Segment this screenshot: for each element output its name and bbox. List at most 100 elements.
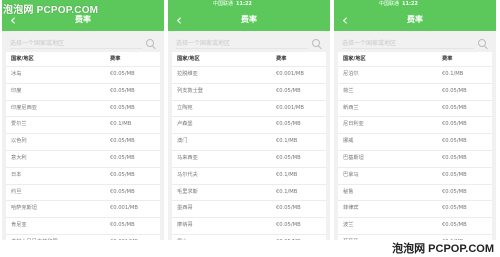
country-search[interactable]: 选择一个国家或地区 — [172, 35, 326, 52]
rate-value: €0.05/MB — [276, 121, 301, 128]
table-row[interactable]: 约旦 €0.05/MB — [6, 185, 160, 202]
country-name: 尼泊尔 — [343, 71, 359, 77]
rate-value: €0.05/MB — [110, 171, 135, 178]
rate-value: €0.05/MB — [276, 87, 301, 94]
rate-value: €0.05/MB — [442, 87, 467, 94]
page-title: 费率 — [407, 15, 423, 24]
table-header: 国家/地区 费率 — [6, 52, 160, 67]
table-row[interactable]: 列支敦士登 €0.05/MB — [172, 84, 326, 101]
rate-value: €0.05/MB — [442, 154, 467, 161]
rate-value: €0.05/MB — [110, 222, 135, 229]
search-underline — [10, 48, 142, 49]
rate-value: €0.1/MB — [110, 121, 132, 128]
table-row[interactable]: 波兰 €0.05/MB — [338, 218, 492, 235]
table-row[interactable]: 尼日利亚 €0.05/MB — [338, 117, 492, 135]
header-country: 国家/地区 — [343, 56, 366, 62]
search-icon[interactable] — [146, 39, 154, 47]
search-icon[interactable] — [312, 39, 320, 47]
country-name: 约旦 — [11, 188, 22, 195]
table-row[interactable]: 印度尼西亚 €0.05/MB — [6, 101, 160, 118]
table-row[interactable]: 秘鲁 €0.05/MB — [338, 185, 492, 202]
country-name: 尼日利亚 — [343, 121, 364, 128]
rate-value: €0.1/MB — [276, 188, 298, 195]
rate-value: €0.05/MB — [276, 154, 301, 161]
rate-value: €0.05/MB — [110, 188, 135, 195]
rate-value: €0.05/MB — [276, 205, 301, 212]
table-row[interactable]: 尼泊尔 €0.1/MB — [338, 67, 492, 84]
country-name: 意大利 — [11, 154, 27, 161]
table-header: 国家/地区 费率 — [172, 52, 326, 67]
country-name: 挪威 — [343, 138, 354, 145]
rates-table: 国家/地区 费率拉脱维亚 €0.001/MB 列支敦士登 €0.05/MB 立陶宛 €0.0… — [172, 52, 326, 240]
table-row[interactable]: 肯尼亚 €0.05/MB — [6, 218, 160, 235]
rate-value: €0.05/MB — [442, 222, 467, 229]
search-placeholder: 选择一个国家或地区 — [10, 40, 65, 47]
table-row[interactable]: 老挝人民民主共和国 €0.001/MB — [6, 235, 160, 240]
rate-value: €0.05/MB — [442, 205, 467, 212]
rate-value: €0.05/MB — [442, 171, 467, 178]
table-row[interactable]: 拉脱维亚 €0.001/MB — [172, 67, 326, 84]
rates-table: 国家/地区 费率 尼泊尔 €0.1/MB 荷兰 €0.05/MB 新西兰 €0.05/MB 尼日… — [338, 52, 492, 240]
table-row[interactable]: 巴拿马 €0.05/MB — [338, 168, 492, 185]
phone-screen-3: 中国联通 11:22 ‹ 费率 选择一个国家或地区 国家/地区 费率 尼泊尔 €0.1/MB 荷兰… — [334, 0, 496, 240]
rate-value: €0.001/MB — [276, 104, 304, 111]
country-name: 巴基斯坦 — [343, 154, 364, 161]
rate-value: €0.1/MB — [276, 138, 298, 145]
search-underline — [176, 48, 308, 49]
country-name: 冰岛 — [11, 71, 22, 77]
country-name: 荷兰 — [343, 87, 354, 94]
country-name: 哈萨克斯坦 — [11, 205, 37, 212]
nav-bar: ‹ 费率 — [334, 9, 496, 31]
rate-value: €0.05/MB — [110, 154, 135, 161]
country-search[interactable]: 选择一个国家或地区 — [338, 35, 492, 52]
table-row[interactable]: 日本 €0.05/MB — [6, 168, 160, 185]
table-row[interactable]: 立陶宛 €0.001/MB — [172, 101, 326, 118]
rate-value: €0.05/MB — [442, 188, 467, 195]
table-header: 国家/地区 费率 — [338, 52, 492, 67]
header-country: 国家/地区 — [177, 56, 200, 62]
table-row[interactable]: 印度 €0.05/MB — [6, 84, 160, 101]
watermark-bottom: 泡泡网 PCPOP.COM — [392, 243, 494, 255]
table-row[interactable]: 冰岛 €0.05/MB — [6, 67, 160, 84]
search-underline — [342, 48, 474, 49]
rate-value: €0.05/MB — [442, 121, 467, 128]
header-rate: 费率 — [442, 56, 453, 62]
rate-value: €0.05/MB — [276, 222, 301, 229]
rate-value: €0.05/MB — [110, 87, 135, 94]
table-row[interactable]: 以色列 €0.05/MB — [6, 134, 160, 151]
table-row[interactable]: 哈萨克斯坦 €0.001/MB — [6, 201, 160, 219]
nav-bar: ‹ 费率 — [168, 9, 330, 31]
table-row[interactable]: 挪威 €0.05/MB — [338, 134, 492, 151]
table-row[interactable]: 摩纳哥 €0.05/MB — [172, 218, 326, 235]
country-name: 以色列 — [11, 138, 27, 145]
country-name: 波兰 — [343, 222, 354, 229]
header-country: 国家/地区 — [11, 56, 34, 62]
header-rate: 费率 — [276, 56, 287, 62]
table-row[interactable]: 荷兰 €0.05/MB — [338, 84, 492, 101]
rate-value: €0.001/MB — [110, 205, 138, 212]
country-name: 印度尼西亚 — [11, 104, 37, 111]
table-row[interactable]: 新西兰 €0.05/MB — [338, 101, 492, 118]
table-row[interactable]: 意大利 €0.05/MB — [6, 151, 160, 168]
country-name: 摩纳哥 — [177, 222, 193, 229]
table-row[interactable]: 卢森堡 €0.05/MB — [172, 117, 326, 135]
page-title: 费率 — [241, 15, 257, 24]
table-row[interactable]: 毛里求斯 €0.1/MB — [172, 185, 326, 202]
table-row[interactable]: 马来西亚 €0.05/MB — [172, 151, 326, 168]
table-row[interactable]: 菲律宾 €0.05/MB — [338, 201, 492, 219]
phone-screen-1: ‹ 费率 选择一个国家或地区 国家/地区 费率 冰岛 €0.05/MB 印度 €0.05/MB 印… — [2, 0, 164, 240]
table-row[interactable]: 马尔代夫 €0.1/MB — [172, 168, 326, 185]
rate-value: €0.05/MB — [442, 138, 467, 145]
table-row[interactable]: 巴基斯坦 €0.05/MB — [338, 151, 492, 168]
country-name: 菲律宾 — [343, 205, 359, 212]
search-icon[interactable] — [478, 39, 486, 47]
rate-value: €0.1/MB — [442, 71, 464, 77]
table-row[interactable]: 澳门 €0.1/MB — [172, 134, 326, 151]
country-name: 印度 — [11, 87, 22, 94]
table-row[interactable]: 爱尔兰 €0.1/MB — [6, 117, 160, 135]
carrier-label: 中国联通 — [379, 1, 400, 7]
header-rate: 费率 — [110, 56, 121, 62]
country-search[interactable]: 选择一个国家或地区 — [6, 35, 160, 52]
table-row[interactable]: 黑山 €0.05/MB — [172, 235, 326, 240]
table-row[interactable]: 墨西哥 €0.05/MB — [172, 201, 326, 219]
